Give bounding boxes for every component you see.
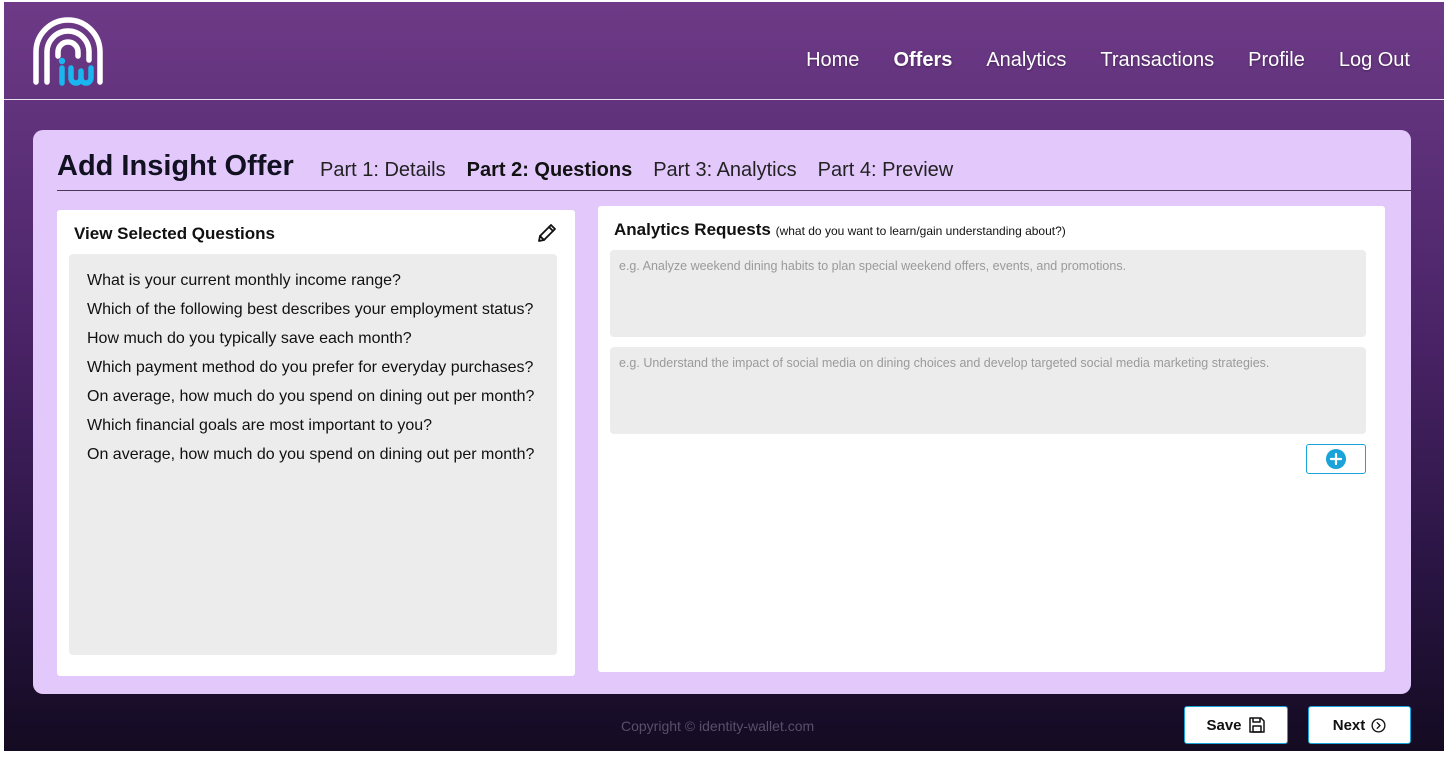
analytics-requests-subtitle: (what do you want to learn/gain understa…	[775, 224, 1066, 238]
nav-log-out[interactable]: Log Out	[1339, 49, 1410, 72]
analytics-request-input-2[interactable]	[610, 347, 1366, 434]
list-item: How much do you typically save each mont…	[87, 330, 412, 347]
plus-circle-icon	[1326, 449, 1346, 469]
nav-profile[interactable]: Profile	[1248, 49, 1305, 72]
tab-part-2-questions[interactable]: Part 2: Questions	[467, 159, 633, 182]
nav-transactions[interactable]: Transactions	[1100, 49, 1214, 72]
next-button-label: Next	[1332, 716, 1366, 734]
top-header: Home Offers Analytics Transactions Profi…	[4, 2, 1444, 100]
analytics-requests-title: Analytics Requests (what do you want to …	[614, 220, 1066, 240]
list-item: On average, how much do you spend on din…	[87, 446, 535, 463]
floppy-disk-icon	[1248, 717, 1265, 733]
selected-questions-panel: View Selected Questions What is your cur…	[57, 210, 575, 676]
save-button[interactable]: Save	[1184, 706, 1288, 744]
add-offer-card: Add Insight Offer Part 1: Details Part 2…	[33, 130, 1411, 694]
questions-list: What is your current monthly income rang…	[69, 254, 557, 655]
nav-analytics[interactable]: Analytics	[986, 49, 1066, 72]
step-tabs: Part 1: Details Part 2: Questions Part 3…	[320, 159, 974, 182]
analytics-requests-panel: Analytics Requests (what do you want to …	[598, 206, 1385, 672]
selected-questions-title: View Selected Questions	[74, 224, 275, 243]
tab-part-4-preview[interactable]: Part 4: Preview	[818, 159, 954, 182]
analytics-request-input-1[interactable]	[610, 250, 1366, 337]
header-divider	[57, 190, 1411, 191]
pencil-icon[interactable]	[535, 221, 559, 245]
main-nav: Home Offers Analytics Transactions Profi…	[772, 49, 1410, 72]
chevron-right-circle-icon	[1371, 717, 1386, 733]
app-window: Home Offers Analytics Transactions Profi…	[4, 2, 1444, 751]
list-item: What is your current monthly income rang…	[87, 272, 401, 289]
list-item: Which of the following best describes yo…	[87, 301, 534, 318]
identity-wallet-logo[interactable]	[30, 16, 106, 86]
save-button-label: Save	[1206, 716, 1242, 734]
copyright-text: Copyright © identity-wallet.com	[621, 718, 815, 734]
analytics-requests-heading: Analytics Requests	[614, 220, 771, 239]
list-item: On average, how much do you spend on din…	[87, 388, 535, 405]
tab-part-1-details[interactable]: Part 1: Details	[320, 159, 446, 182]
list-item: Which financial goals are most important…	[87, 417, 433, 434]
nav-offers[interactable]: Offers	[893, 49, 952, 72]
list-item: Which payment method do you prefer for e…	[87, 359, 534, 376]
tab-part-3-analytics[interactable]: Part 3: Analytics	[653, 159, 796, 182]
page-title: Add Insight Offer	[57, 150, 294, 182]
next-button[interactable]: Next	[1308, 706, 1411, 744]
card-header: Add Insight Offer Part 1: Details Part 2…	[57, 150, 1411, 190]
nav-home[interactable]: Home	[806, 49, 859, 72]
add-request-button[interactable]	[1306, 444, 1366, 474]
